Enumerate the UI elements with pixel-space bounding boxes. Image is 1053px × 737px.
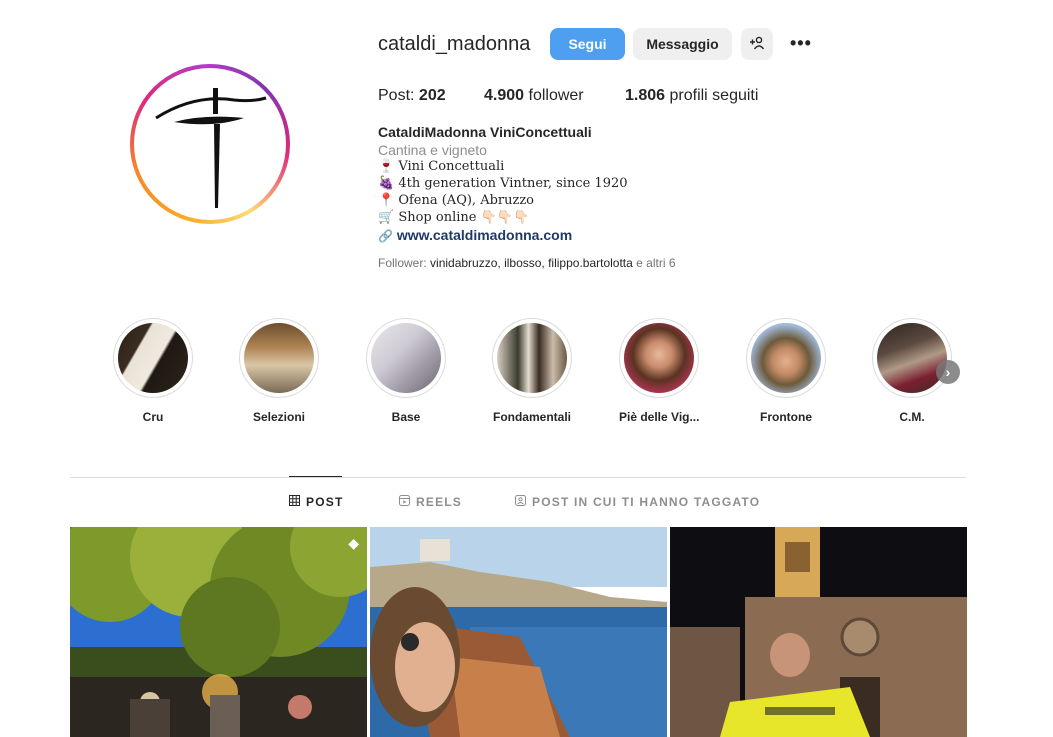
posts-count: 202	[418, 87, 446, 104]
profile-username: cataldi_madonna	[378, 33, 531, 55]
highlight-cover	[877, 323, 947, 393]
message-button[interactable]: Messaggio	[633, 28, 732, 60]
follow-button[interactable]: Segui	[550, 28, 625, 60]
followed-by[interactable]: Follower: vinidabruzzo, ilbosso, filippo…	[378, 256, 676, 270]
bio-line: 🍷 Vini Concettuali	[378, 159, 505, 174]
highlight-cover	[751, 323, 821, 393]
more-options-icon[interactable]: •••	[790, 33, 814, 55]
bio-website-link[interactable]: 🔗 www.cataldimadonna.com	[378, 227, 572, 243]
posts-stat: Post: 202	[378, 87, 446, 105]
highlight-label: Frontone	[760, 410, 812, 424]
highlight-label: C.M.	[899, 410, 925, 424]
highlight-label: Cru	[142, 410, 164, 424]
following-stat[interactable]: 1.806 profili seguiti	[625, 87, 758, 105]
chevron-right-icon[interactable]: ›	[936, 360, 960, 384]
followed-by-names: vinidabruzzo, ilbosso, filippo.bartolott…	[430, 256, 633, 270]
profile-avatar[interactable]	[130, 64, 290, 224]
tab-label: REELS	[416, 495, 463, 509]
highlight-frontone[interactable]: Frontone	[746, 318, 826, 428]
tab-label: POST	[306, 495, 344, 509]
tab-post[interactable]: POST	[289, 495, 343, 509]
highlight-label: Selezioni	[252, 410, 305, 424]
highlight-cover	[497, 323, 567, 393]
carousel-icon: ◆	[348, 535, 359, 551]
highlight-cover	[371, 323, 441, 393]
posts-label: Post:	[378, 87, 415, 104]
followed-by-prefix: Follower:	[378, 256, 427, 270]
highlight-cover	[244, 323, 314, 393]
tagged-icon	[515, 495, 526, 509]
post-thumbnail[interactable]	[670, 527, 967, 737]
highlight-base[interactable]: Base	[366, 318, 446, 428]
following-count: 1.806	[625, 87, 666, 104]
bio-line: 📍 Ofena (AQ), Abruzzo	[378, 193, 535, 208]
reels-icon	[399, 495, 410, 509]
active-tab-indicator	[289, 476, 342, 477]
bio-name: CataldiMadonna ViniConcettuali	[378, 124, 592, 140]
following-label: profili seguiti	[669, 87, 759, 104]
website-url: www.cataldimadonna.com	[396, 227, 573, 243]
highlight-cru[interactable]: Cru	[113, 318, 193, 428]
post-thumbnail[interactable]: ◆	[70, 527, 367, 737]
highlight-selezioni[interactable]: Selezioni	[239, 318, 319, 428]
highlight-label: Piè delle Vig...	[619, 410, 700, 424]
bio-category: Cantina e vigneto	[378, 142, 487, 158]
add-user-icon	[749, 35, 765, 54]
highlight-pie-delle-vigne[interactable]: Piè delle Vig...	[619, 318, 699, 428]
bio-line: 🍇 4th generation Vintner, since 1920	[378, 176, 628, 191]
post-thumbnail[interactable]	[370, 527, 667, 737]
followers-stat[interactable]: 4.900 follower	[484, 87, 584, 105]
followed-by-suffix: e altri 6	[636, 256, 676, 270]
bio-line: 🛒 Shop online 👇🏻👇🏻👇🏻	[378, 210, 530, 225]
grid-icon	[289, 495, 300, 509]
tabs-divider	[70, 477, 966, 478]
highlight-cover	[624, 323, 694, 393]
highlight-cover	[118, 323, 188, 393]
highlight-fondamentali[interactable]: Fondamentali	[492, 318, 572, 428]
add-user-button[interactable]	[741, 28, 773, 60]
tab-label: POST IN CUI TI HANNO TAGGATO	[532, 495, 761, 509]
followers-count: 4.900	[484, 87, 525, 104]
highlight-label: Base	[391, 410, 421, 424]
link-icon: 🔗	[378, 229, 393, 243]
tab-reels[interactable]: REELS	[399, 495, 462, 509]
followers-label: follower	[528, 87, 584, 104]
highlight-label: Fondamentali	[492, 410, 571, 424]
tab-tagged[interactable]: POST IN CUI TI HANNO TAGGATO	[515, 495, 760, 509]
avatar-logo	[134, 68, 286, 220]
